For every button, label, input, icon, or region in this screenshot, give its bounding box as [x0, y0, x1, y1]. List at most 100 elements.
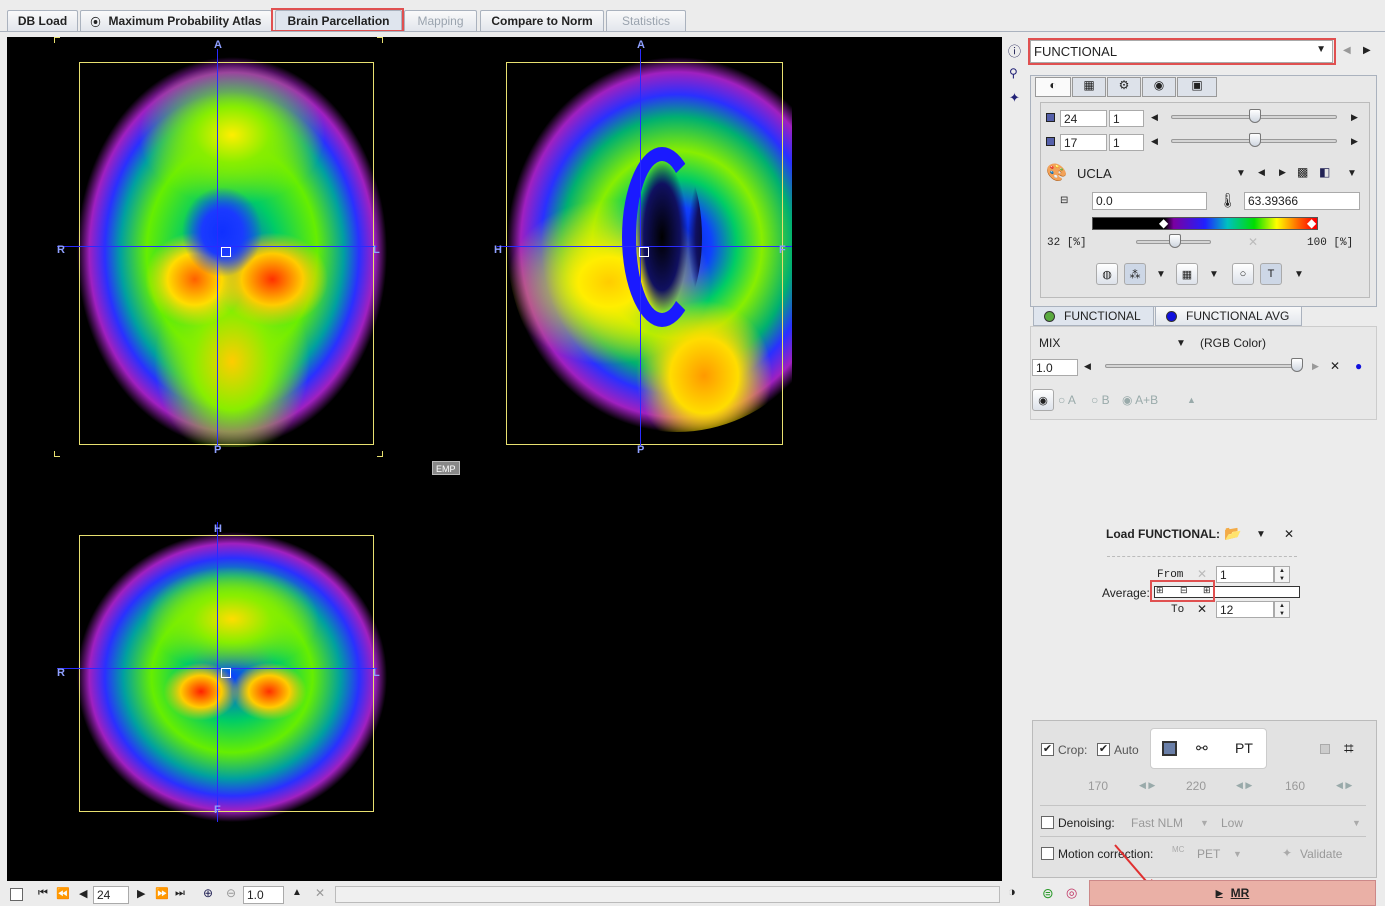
tree-icon[interactable]: ⚲	[1009, 66, 1018, 80]
slice2-field[interactable]: 17	[1060, 134, 1107, 151]
prev-series-icon[interactable]: ◀	[1343, 45, 1351, 56]
checker-icon[interactable]: ▩	[1297, 165, 1308, 179]
green-down-icon[interactable]: ⊜	[1042, 885, 1054, 902]
bed-icon[interactable]: ⚯	[1196, 740, 1208, 757]
min-value-field[interactable]: 0.0	[1092, 192, 1207, 210]
dots-button[interactable]: ⁂	[1124, 263, 1146, 285]
prev-colortable-icon[interactable]: ◀	[1258, 167, 1265, 178]
series-select[interactable]: FUNCTIONAL ▼	[1030, 40, 1333, 63]
chevron-down-icon[interactable]: ▼	[1352, 818, 1361, 828]
slider-right-icon[interactable]: ▶	[1351, 112, 1358, 123]
first-slice-icon[interactable]: ⏮	[38, 887, 48, 900]
tab-brain-parcellation[interactable]: Brain Parcellation	[275, 10, 402, 31]
chevron-down-icon[interactable]: ▼	[1176, 338, 1186, 349]
invert-button[interactable]: ◍	[1096, 263, 1118, 285]
tab-functional-avg[interactable]: FUNCTIONAL AVG	[1155, 306, 1302, 326]
max-value-field[interactable]: 63.39366	[1244, 192, 1360, 210]
chevron-down-icon[interactable]: ▼	[1209, 269, 1219, 280]
slider-right-icon[interactable]: ▶	[1351, 136, 1358, 147]
slice-number-field[interactable]: 24	[93, 886, 129, 904]
slice2-slider-thumb[interactable]	[1249, 133, 1261, 147]
grid-button[interactable]: ▦	[1176, 263, 1198, 285]
last-slice-icon[interactable]: ⏭	[175, 887, 185, 900]
mix-slider[interactable]	[1105, 364, 1303, 368]
validate-button[interactable]: Validate	[1300, 847, 1342, 861]
slice1-slider-thumb[interactable]	[1249, 109, 1261, 123]
denoising-checkbox[interactable]	[1041, 816, 1054, 829]
denoise-level[interactable]: Low	[1221, 816, 1243, 830]
stepper-arrows-icon[interactable]: ◀ ▶	[1336, 780, 1352, 791]
tab-db-load[interactable]: DB Load	[7, 10, 78, 31]
chevron-down-icon[interactable]: ▼	[1236, 168, 1246, 179]
denoise-method[interactable]: Fast NLM	[1131, 816, 1183, 830]
target-icon[interactable]: ◎	[1066, 885, 1077, 901]
info-icon[interactable]: ⓘ	[1008, 41, 1021, 60]
prev-slice-icon[interactable]: ◀	[79, 887, 87, 900]
slider-left-icon[interactable]: ◀	[1084, 361, 1091, 372]
tab-tools[interactable]: ⚙	[1107, 77, 1141, 97]
mr-button[interactable]: ▶ MR	[1089, 880, 1376, 906]
radio-a-plus-b[interactable]: ◉ A+B	[1122, 393, 1158, 407]
radio-b[interactable]: ○ B	[1091, 393, 1110, 407]
chevron-down-icon[interactable]: ▼	[1294, 269, 1304, 280]
pt-label[interactable]: PT	[1235, 740, 1253, 756]
chevron-down-icon[interactable]: ▼	[1347, 168, 1357, 179]
close-icon[interactable]: ✕	[315, 886, 325, 900]
range-start-icon[interactable]: ⊞	[1156, 585, 1164, 596]
close-icon[interactable]: ✕	[1248, 235, 1258, 249]
average-range-bar[interactable]	[1154, 586, 1300, 598]
crop-icon[interactable]: ⌗	[1344, 739, 1354, 759]
zoom-out-icon[interactable]: ⊖	[226, 886, 236, 900]
tab-mapping[interactable]: Mapping	[404, 10, 477, 31]
close-icon[interactable]: ✕	[1330, 359, 1340, 373]
next-series-icon[interactable]: ▶	[1363, 45, 1371, 56]
tab-save[interactable]: ▣	[1177, 77, 1217, 97]
sync-icon[interactable]: ◑	[1008, 884, 1016, 899]
close-icon[interactable]: ✕	[1284, 527, 1294, 541]
from-spinner[interactable]: ▲ ▼	[1274, 566, 1290, 583]
fast-forward-icon[interactable]: ⏩	[155, 887, 169, 900]
horizontal-scrollbar[interactable]	[335, 886, 1000, 903]
crop-checkbox[interactable]: ✔	[1041, 743, 1054, 756]
range-mid-icon[interactable]: ⊟	[1180, 585, 1188, 596]
lower-percent-thumb[interactable]	[1169, 234, 1181, 248]
layout-checkbox[interactable]	[10, 888, 23, 901]
text-button[interactable]: T	[1260, 263, 1282, 285]
chevron-down-icon[interactable]: ▼	[1256, 529, 1266, 540]
to-field[interactable]: 12	[1216, 601, 1274, 618]
colorbar[interactable]	[1092, 217, 1318, 230]
tab-functional[interactable]: FUNCTIONAL	[1033, 306, 1154, 326]
chevron-down-icon[interactable]: ▼	[1233, 849, 1242, 859]
thermometer-icon[interactable]: 🌡	[1219, 192, 1237, 209]
slider-right-icon[interactable]: ▶	[1312, 361, 1319, 372]
stepper-arrows-icon[interactable]: ◀ ▶	[1236, 780, 1252, 791]
slice2-step-field[interactable]: 1	[1109, 134, 1144, 151]
circle-button[interactable]: ○	[1232, 263, 1254, 285]
small-square-icon[interactable]	[1320, 744, 1330, 754]
axial-view[interactable]: A P R L	[7, 37, 427, 467]
open-folder-icon[interactable]: 📂	[1224, 525, 1241, 542]
colorbar-handle-left-icon[interactable]: ◆	[1159, 216, 1168, 230]
chevron-down-icon[interactable]: ▼	[1156, 269, 1166, 280]
close-icon[interactable]: ✕	[1197, 602, 1207, 616]
fast-back-icon[interactable]: ⏪	[56, 887, 70, 900]
fusion-mode-button[interactable]: ◉	[1032, 389, 1054, 411]
chevron-down-icon[interactable]: ▼	[1200, 818, 1209, 828]
slice1-step-field[interactable]: 1	[1109, 110, 1144, 127]
zoom-up-icon[interactable]: ▲	[292, 887, 302, 898]
next-slice-icon[interactable]: ▶	[137, 887, 145, 900]
slice1-field[interactable]: 24	[1060, 110, 1107, 127]
tab-layout[interactable]: ▦	[1072, 77, 1106, 97]
range-end-icon[interactable]: ⊞	[1203, 585, 1211, 596]
zoom-in-icon[interactable]: ⊕	[203, 886, 213, 900]
tab-signal[interactable]: ◉	[1142, 77, 1176, 97]
from-field[interactable]: 1	[1216, 566, 1274, 583]
sagittal-view[interactable]: A P H F	[477, 37, 792, 467]
next-colortable-icon[interactable]: ▶	[1279, 167, 1286, 178]
image-viewer[interactable]: A P R L A P H F EMP H F R L	[7, 37, 1002, 881]
collapse-icon[interactable]: ▲	[1187, 395, 1196, 405]
camera-icon[interactable]: ◧	[1319, 165, 1330, 179]
coronal-view[interactable]: H F R L	[7, 522, 427, 822]
colortable-label[interactable]: UCLA	[1077, 166, 1112, 181]
motion-ref[interactable]: PET	[1197, 847, 1220, 861]
